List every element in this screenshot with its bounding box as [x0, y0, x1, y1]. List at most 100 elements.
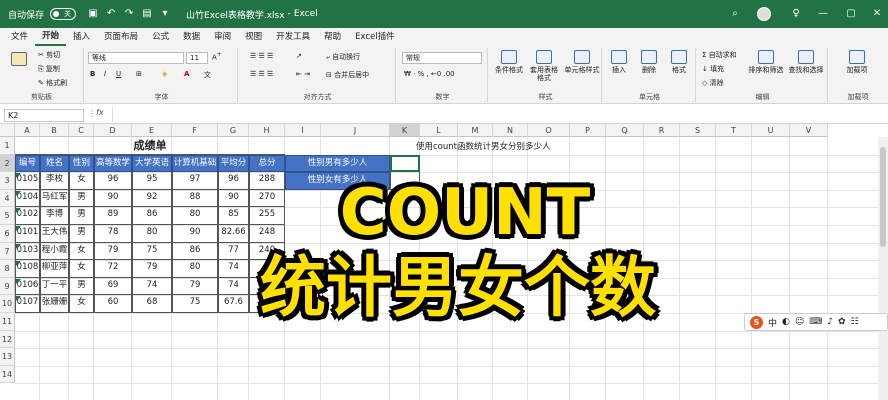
- search-icon[interactable]: ⌕: [728, 7, 742, 21]
- clear-button[interactable]: ◇ 清除: [702, 78, 724, 88]
- ime-toolbar[interactable]: S 中 ◐ ☺ ⌨ ♪ ✿ ☷: [744, 313, 888, 331]
- italic-button[interactable]: I: [104, 70, 106, 78]
- table-cell[interactable]: 82.66: [218, 225, 249, 243]
- autosave-toggle[interactable]: 关: [50, 8, 77, 20]
- align-left-icon[interactable]: ☰ ☰ ☰: [250, 70, 273, 78]
- column-header-k[interactable]: K: [390, 124, 420, 137]
- row-header-5[interactable]: 5: [0, 207, 15, 225]
- ime-keyboard-icon[interactable]: ⌨: [809, 317, 822, 327]
- table-cell[interactable]: 88: [172, 189, 218, 208]
- select-all-corner[interactable]: [0, 124, 15, 137]
- column-header-n[interactable]: N: [493, 124, 528, 137]
- row-header-12[interactable]: 12: [0, 330, 15, 349]
- sort-filter-button[interactable]: 排序和筛选: [748, 50, 784, 74]
- file-icon[interactable]: ▤: [140, 7, 154, 21]
- table-cell[interactable]: 79: [94, 242, 132, 261]
- indent-icon[interactable]: ⇤ ⇥: [296, 70, 310, 78]
- column-header-t[interactable]: T: [716, 124, 752, 137]
- grow-font-icon[interactable]: A+: [212, 52, 222, 61]
- table-cell[interactable]: 96: [218, 172, 249, 190]
- column-header-f[interactable]: F: [172, 124, 218, 137]
- table-cell[interactable]: 89: [94, 207, 132, 225]
- row-header-14[interactable]: 14: [0, 365, 15, 384]
- ime-moon-icon[interactable]: ◐: [782, 317, 790, 327]
- selected-cell-k2[interactable]: [390, 154, 420, 173]
- table-cell[interactable]: 男: [69, 225, 94, 243]
- table-cell[interactable]: 86: [172, 242, 218, 261]
- fill-button[interactable]: ↓ 填充: [702, 64, 724, 74]
- table-cell[interactable]: 90: [218, 189, 249, 208]
- fx-icon[interactable]: fx: [96, 108, 104, 117]
- table-cell[interactable]: 女: [69, 172, 94, 190]
- column-header-v[interactable]: V: [790, 124, 828, 137]
- addins-button[interactable]: 加载项: [840, 50, 874, 74]
- table-cell[interactable]: 80: [172, 207, 218, 225]
- tab-view[interactable]: 视图: [238, 28, 269, 46]
- tab-developer[interactable]: 开发工具: [269, 28, 317, 46]
- tab-insert[interactable]: 插入: [66, 28, 97, 46]
- tab-file[interactable]: 文件: [4, 28, 35, 46]
- column-header-h[interactable]: H: [249, 124, 285, 137]
- row-header-4[interactable]: 4: [0, 189, 15, 208]
- minimize-icon[interactable]: —: [816, 7, 830, 21]
- conditional-format-button[interactable]: 条件格式: [492, 50, 526, 74]
- cell-styles-button[interactable]: 单元格样式: [562, 50, 602, 74]
- close-icon[interactable]: ✕: [870, 7, 884, 21]
- table-cell[interactable]: 男: [69, 277, 94, 296]
- table-cell[interactable]: 马红军: [40, 189, 69, 208]
- table-cell[interactable]: 74: [218, 277, 249, 296]
- table-cell[interactable]: 69: [94, 277, 132, 296]
- table-cell[interactable]: 86: [132, 207, 172, 225]
- table-cell[interactable]: 90: [172, 225, 218, 243]
- column-header-o[interactable]: O: [528, 124, 570, 137]
- table-cell[interactable]: 75: [172, 295, 218, 313]
- table-cell[interactable]: 李枚: [40, 172, 69, 190]
- scrollbar-thumb[interactable]: [880, 147, 886, 247]
- wrap-text-button[interactable]: ⤶ 自动换行: [326, 52, 360, 62]
- row-header-3[interactable]: 3: [0, 172, 15, 190]
- table-cell[interactable]: 80: [172, 260, 218, 278]
- tab-review[interactable]: 审阅: [207, 28, 238, 46]
- row-header-10[interactable]: 10: [0, 295, 15, 313]
- font-family-select[interactable]: 等线: [88, 52, 184, 64]
- table-cell[interactable]: 90: [94, 189, 132, 208]
- table-cell[interactable]: 288: [249, 172, 285, 190]
- lightbulb-icon[interactable]: ♀: [789, 7, 803, 21]
- column-header-c[interactable]: C: [69, 124, 94, 137]
- customize-icon[interactable]: ▾: [158, 7, 172, 21]
- table-cell[interactable]: 丁一平: [40, 277, 69, 296]
- column-header-e[interactable]: E: [132, 124, 172, 137]
- row-header-11[interactable]: 11: [0, 313, 15, 331]
- column-header-g[interactable]: G: [218, 124, 249, 137]
- ime-emoji-icon[interactable]: ☺: [795, 317, 804, 327]
- cut-button[interactable]: ✂ 剪切: [38, 50, 60, 60]
- table-cell[interactable]: 80: [132, 225, 172, 243]
- ime-voice-icon[interactable]: ♪: [827, 317, 833, 327]
- number-format-select[interactable]: 常规: [402, 52, 482, 64]
- table-cell[interactable]: 97: [172, 172, 218, 190]
- ime-skin-icon[interactable]: ✿: [838, 317, 846, 327]
- table-cell[interactable]: 79: [132, 260, 172, 278]
- table-cell[interactable]: 李博: [40, 207, 69, 225]
- column-header-j[interactable]: J: [321, 124, 390, 137]
- table-cell[interactable]: 张姗姗: [40, 295, 69, 313]
- tab-excel-addins[interactable]: Excel插件: [348, 28, 402, 46]
- formula-input[interactable]: [112, 107, 882, 122]
- undo-icon[interactable]: ↶: [104, 7, 118, 21]
- table-cell[interactable]: 77: [218, 242, 249, 261]
- column-header-u[interactable]: U: [752, 124, 790, 137]
- column-header-i[interactable]: I: [285, 124, 321, 137]
- table-cell[interactable]: 270: [249, 189, 285, 208]
- paste-button[interactable]: [2, 52, 36, 68]
- border-icon[interactable]: ⊞: [136, 70, 142, 78]
- table-cell[interactable]: 95: [132, 172, 172, 190]
- row-header-9[interactable]: 9: [0, 277, 15, 296]
- insert-cells-button[interactable]: 插入: [604, 50, 634, 74]
- table-cell[interactable]: 72: [94, 260, 132, 278]
- table-cell[interactable]: 74: [132, 277, 172, 296]
- table-cell[interactable]: 96: [94, 172, 132, 190]
- restore-icon[interactable]: ▢: [844, 7, 858, 21]
- pinyin-icon[interactable]: 文: [204, 70, 211, 80]
- vertical-scrollbar[interactable]: [878, 137, 888, 400]
- column-header-d[interactable]: D: [94, 124, 132, 137]
